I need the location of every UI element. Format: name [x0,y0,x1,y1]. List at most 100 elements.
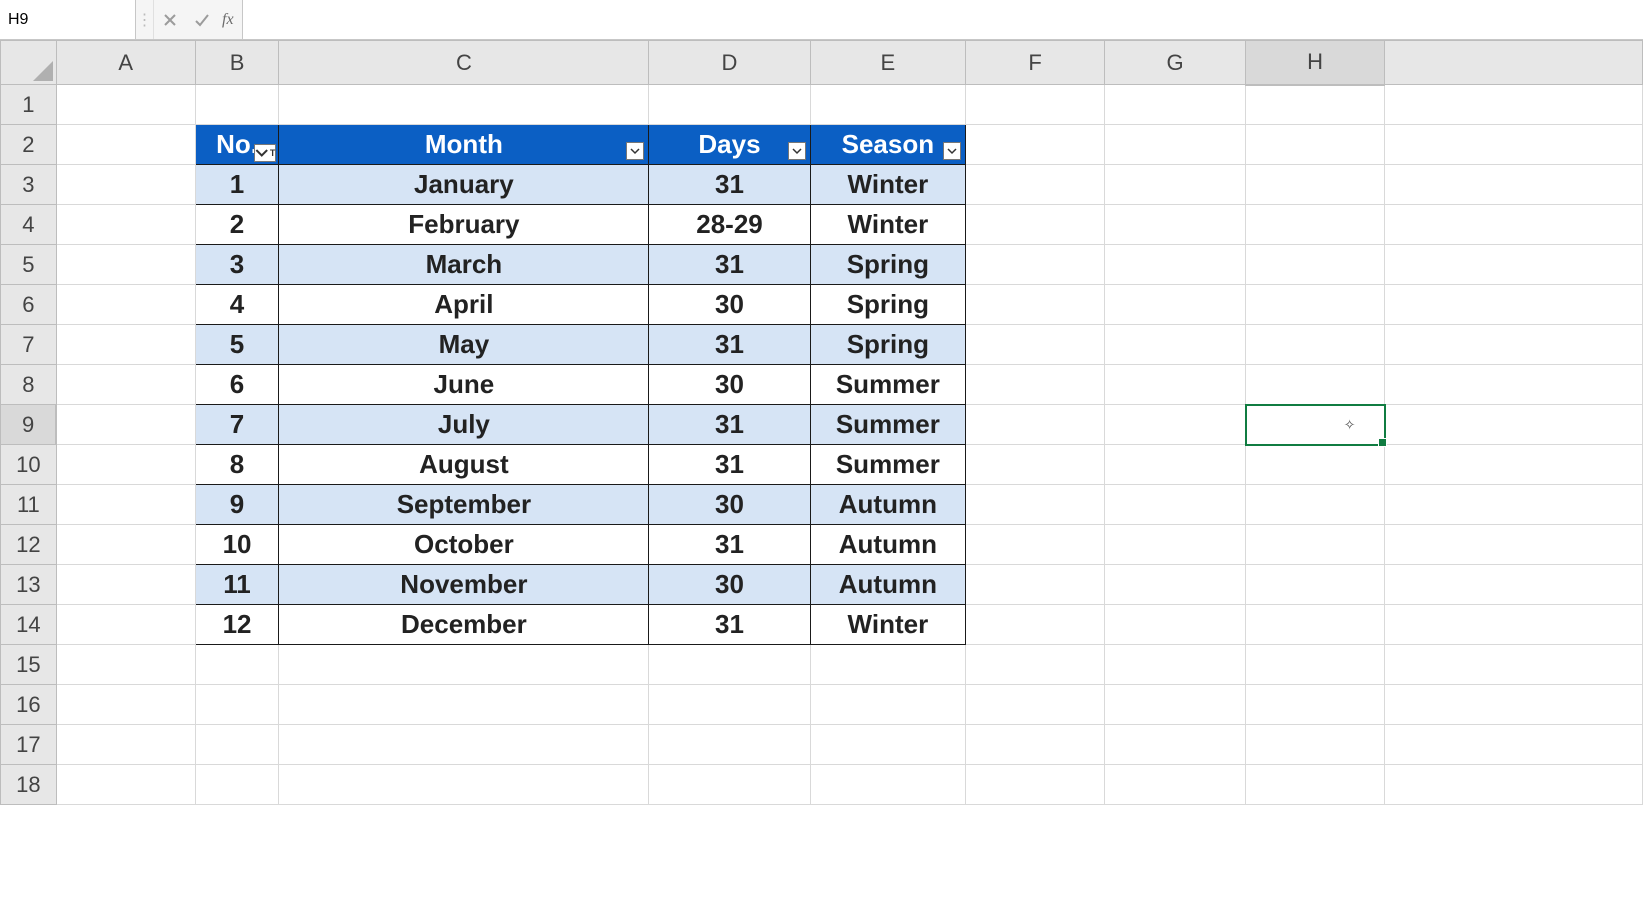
cell-H1[interactable] [1246,85,1385,125]
cell-E7[interactable]: Spring [810,325,966,365]
cell-H18[interactable] [1246,765,1385,805]
cell-B12[interactable]: 10 [195,525,279,565]
cell-G8[interactable] [1105,365,1246,405]
cell-G17[interactable] [1105,725,1246,765]
cell-_overflow4[interactable] [1385,205,1643,245]
cell-D12[interactable]: 31 [649,525,810,565]
cell-B11[interactable]: 9 [195,485,279,525]
cell-D3[interactable]: 31 [649,165,810,205]
cell-B18[interactable] [195,765,279,805]
col-header-C[interactable]: C [279,41,649,85]
cell-A6[interactable] [56,285,195,325]
row-header-5[interactable]: 5 [1,245,57,285]
cell-G7[interactable] [1105,325,1246,365]
cell-B7[interactable]: 5 [195,325,279,365]
cell-E2[interactable]: Season [810,125,966,165]
cell-D10[interactable]: 31 [649,445,810,485]
cell-_overflow12[interactable] [1385,525,1643,565]
cell-C13[interactable]: November [279,565,649,605]
row-header-17[interactable]: 17 [1,725,57,765]
cell-A18[interactable] [56,765,195,805]
cell-_overflow15[interactable] [1385,645,1643,685]
col-header-D[interactable]: D [649,41,810,85]
cell-G14[interactable] [1105,605,1246,645]
cell-F9[interactable] [966,405,1105,445]
cell-B5[interactable]: 3 [195,245,279,285]
row-header-7[interactable]: 7 [1,325,57,365]
cell-A16[interactable] [56,685,195,725]
cell-A10[interactable] [56,445,195,485]
cell-_overflow9[interactable] [1385,405,1643,445]
cell-C3[interactable]: January [279,165,649,205]
cell-_overflow8[interactable] [1385,365,1643,405]
cell-C12[interactable]: October [279,525,649,565]
cell-_overflow18[interactable] [1385,765,1643,805]
cell-H9[interactable]: ✧ [1246,405,1385,445]
cell-D8[interactable]: 30 [649,365,810,405]
cell-C4[interactable]: February [279,205,649,245]
cell-F4[interactable] [966,205,1105,245]
cell-C10[interactable]: August [279,445,649,485]
formula-input[interactable] [243,11,1643,29]
cell-C17[interactable] [279,725,649,765]
cell-C5[interactable]: March [279,245,649,285]
cell-D11[interactable]: 30 [649,485,810,525]
row-header-2[interactable]: 2 [1,125,57,165]
row-header-4[interactable]: 4 [1,205,57,245]
cell-_overflow7[interactable] [1385,325,1643,365]
cell-D5[interactable]: 31 [649,245,810,285]
cell-G10[interactable] [1105,445,1246,485]
cell-E10[interactable]: Summer [810,445,966,485]
cell-F12[interactable] [966,525,1105,565]
cell-E8[interactable]: Summer [810,365,966,405]
enter-button[interactable] [186,0,218,39]
cell-H10[interactable] [1246,445,1385,485]
cell-A14[interactable] [56,605,195,645]
cell-D4[interactable]: 28-29 [649,205,810,245]
row-header-18[interactable]: 18 [1,765,57,805]
filter-sort-indicator[interactable]: T [254,144,276,162]
cell-A8[interactable] [56,365,195,405]
cell-F7[interactable] [966,325,1105,365]
cell-E12[interactable]: Autumn [810,525,966,565]
cell-H6[interactable] [1246,285,1385,325]
cell-F14[interactable] [966,605,1105,645]
row-header-14[interactable]: 14 [1,605,57,645]
cell-C11[interactable]: September [279,485,649,525]
insert-function-button[interactable]: fx [218,0,242,39]
col-header-A[interactable]: A [56,41,195,85]
cell-H14[interactable] [1246,605,1385,645]
cell-F18[interactable] [966,765,1105,805]
row-header-10[interactable]: 10 [1,445,57,485]
cell-B6[interactable]: 4 [195,285,279,325]
cell-F8[interactable] [966,365,1105,405]
cell-_overflow5[interactable] [1385,245,1643,285]
cell-C8[interactable]: June [279,365,649,405]
cell-A4[interactable] [56,205,195,245]
cell-E17[interactable] [810,725,966,765]
cell-B10[interactable]: 8 [195,445,279,485]
cell-H8[interactable] [1246,365,1385,405]
cell-A5[interactable] [56,245,195,285]
cell-H17[interactable] [1246,725,1385,765]
cell-G5[interactable] [1105,245,1246,285]
cell-_overflow10[interactable] [1385,445,1643,485]
cell-_overflow11[interactable] [1385,485,1643,525]
cell-F6[interactable] [966,285,1105,325]
row-header-16[interactable]: 16 [1,685,57,725]
cell-G11[interactable] [1105,485,1246,525]
cell-A7[interactable] [56,325,195,365]
cell-D14[interactable]: 31 [649,605,810,645]
col-header-G[interactable]: G [1105,41,1246,85]
cell-D1[interactable] [649,85,810,125]
select-all-button[interactable] [1,41,57,85]
col-header-overflow[interactable] [1385,41,1643,85]
cell-D9[interactable]: 31 [649,405,810,445]
cell-B17[interactable] [195,725,279,765]
col-header-B[interactable]: B [195,41,279,85]
cell-E11[interactable]: Autumn [810,485,966,525]
row-header-15[interactable]: 15 [1,645,57,685]
name-box[interactable] [0,0,136,39]
cell-_overflow3[interactable] [1385,165,1643,205]
cell-G18[interactable] [1105,765,1246,805]
